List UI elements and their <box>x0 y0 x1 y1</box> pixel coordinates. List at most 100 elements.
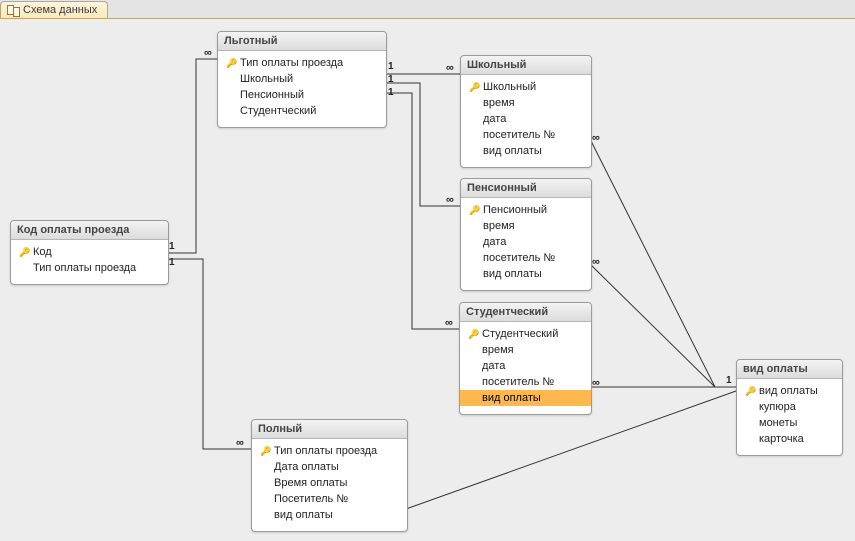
field[interactable]: Школьный <box>224 71 380 87</box>
field-label: Студентческий <box>482 327 558 341</box>
field[interactable]: время <box>467 95 585 111</box>
table-title: Пенсионный <box>461 179 591 198</box>
card-many: ∞ <box>592 256 599 268</box>
table-title: Студентческий <box>460 303 591 322</box>
field[interactable]: Посетитель № <box>258 491 401 507</box>
field-label: Код <box>33 245 52 259</box>
tab-bar: Схема данных <box>0 0 108 18</box>
field-label: Тип оплаты проезда <box>33 261 136 275</box>
table-fields: 🔑Тип оплаты проезда Школьный Пенсионный … <box>218 51 386 127</box>
field-label: Школьный <box>240 72 293 86</box>
field[interactable]: вид оплаты <box>467 266 585 282</box>
field[interactable]: 🔑Тип оплаты проезда <box>258 443 401 459</box>
field[interactable]: 🔑 Школьный <box>467 79 585 95</box>
table-fields: 🔑вид оплаты купюра монеты карточка <box>737 379 842 455</box>
card-many: ∞ <box>446 62 453 74</box>
field[interactable]: Время оплаты <box>258 475 401 491</box>
field-label: Дата оплаты <box>274 460 339 474</box>
field-label: Пенсионный <box>483 203 547 217</box>
diagram-canvas[interactable]: 1 ∞ 1 ∞ 1 ∞ 1 ∞ 1 ∞ ∞ ∞ ∞ 1 ∞ Код оплаты… <box>0 18 855 541</box>
card-one: 1 <box>388 74 394 85</box>
table-title: Школьный <box>461 56 591 75</box>
table-pens[interactable]: Пенсионный 🔑 Пенсионный время дата посети… <box>460 178 592 291</box>
field[interactable]: дата <box>466 358 585 374</box>
key-icon: 🔑 <box>745 384 755 398</box>
field-label: вид оплаты <box>482 391 541 405</box>
field[interactable]: 🔑 Пенсионный <box>467 202 585 218</box>
field-label: посетитель № <box>483 128 555 142</box>
field[interactable]: Студентческий <box>224 103 380 119</box>
field[interactable]: время <box>466 342 585 358</box>
field[interactable]: посетитель № <box>467 250 585 266</box>
field[interactable]: 🔑вид оплаты <box>743 383 836 399</box>
table-vid[interactable]: вид оплаты 🔑вид оплаты купюра монеты кар… <box>736 359 843 456</box>
field[interactable]: 🔑 Код <box>17 244 162 260</box>
field-label: Тип оплаты проезда <box>240 56 343 70</box>
table-title: Полный <box>252 420 407 439</box>
field[interactable]: время <box>467 218 585 234</box>
field-label: время <box>483 219 515 233</box>
field[interactable]: посетитель № <box>467 127 585 143</box>
field[interactable]: посетитель № <box>466 374 585 390</box>
table-fields: 🔑 Студентческий время дата посетитель № в… <box>460 322 591 414</box>
field[interactable]: Дата оплаты <box>258 459 401 475</box>
table-title: Льготный <box>218 32 386 51</box>
card-one: 1 <box>388 61 394 72</box>
field[interactable]: карточка <box>743 431 836 447</box>
field[interactable]: вид оплаты <box>258 507 401 523</box>
field[interactable]: 🔑 Тип оплаты проезда <box>224 55 380 71</box>
card-many: ∞ <box>446 194 453 206</box>
field-label: Пенсионный <box>240 88 304 102</box>
field-label: купюра <box>759 400 796 414</box>
key-icon: 🔑 <box>469 80 479 94</box>
field[interactable]: дата <box>467 234 585 250</box>
field-label: дата <box>483 235 506 249</box>
table-lgot[interactable]: Льготный 🔑 Тип оплаты проезда Школьный Пе… <box>217 31 387 128</box>
field-label: Посетитель № <box>274 492 348 506</box>
field-label: вид оплаты <box>483 144 542 158</box>
field-label: дата <box>483 112 506 126</box>
card-many: ∞ <box>204 47 211 59</box>
field-label: монеты <box>759 416 797 430</box>
key-icon: 🔑 <box>19 245 29 259</box>
field-label: Тип оплаты проезда <box>274 444 377 458</box>
field-label: вид оплаты <box>483 267 542 281</box>
table-kod[interactable]: Код оплаты проезда 🔑 Код Тип оплаты проез… <box>10 220 169 285</box>
field-label: дата <box>482 359 505 373</box>
field[interactable]: монеты <box>743 415 836 431</box>
field-label: Школьный <box>483 80 536 94</box>
card-many: ∞ <box>236 437 243 449</box>
field-label: Время оплаты <box>274 476 347 490</box>
table-fields: 🔑 Школьный время дата посетитель № вид оп… <box>461 75 591 167</box>
field[interactable]: дата <box>467 111 585 127</box>
field[interactable]: Пенсионный <box>224 87 380 103</box>
table-poln[interactable]: Полный 🔑Тип оплаты проезда Дата оплаты В… <box>251 419 408 532</box>
field-label: Студентческий <box>240 104 316 118</box>
field-label: время <box>483 96 515 110</box>
table-fields: 🔑 Код Тип оплаты проезда <box>11 240 168 284</box>
table-fields: 🔑 Пенсионный время дата посетитель № вид … <box>461 198 591 290</box>
field[interactable]: 🔑 Студентческий <box>466 326 585 342</box>
card-many: ∞ <box>592 377 599 389</box>
key-icon: 🔑 <box>468 327 478 341</box>
field[interactable]: вид оплаты <box>467 143 585 159</box>
field-label: посетитель № <box>483 251 555 265</box>
key-icon: 🔑 <box>469 203 479 217</box>
tab-schema[interactable]: Схема данных <box>0 1 108 18</box>
field-label: посетитель № <box>482 375 554 389</box>
field[interactable]: Тип оплаты проезда <box>17 260 162 276</box>
card-one: 1 <box>169 241 175 252</box>
card-many: ∞ <box>445 317 452 329</box>
card-one: 1 <box>169 257 175 268</box>
card-one: 1 <box>726 375 732 386</box>
table-shkol[interactable]: Школьный 🔑 Школьный время дата посетитель… <box>460 55 592 168</box>
key-icon: 🔑 <box>226 56 236 70</box>
table-stud[interactable]: Студентческий 🔑 Студентческий время дата … <box>459 302 592 415</box>
table-title: Код оплаты проезда <box>11 221 168 240</box>
table-title: вид оплаты <box>737 360 842 379</box>
field-label: вид оплаты <box>274 508 333 522</box>
field-label: время <box>482 343 514 357</box>
field[interactable]: купюра <box>743 399 836 415</box>
field-label: карточка <box>759 432 804 446</box>
field-selected[interactable]: вид оплаты <box>460 390 591 406</box>
